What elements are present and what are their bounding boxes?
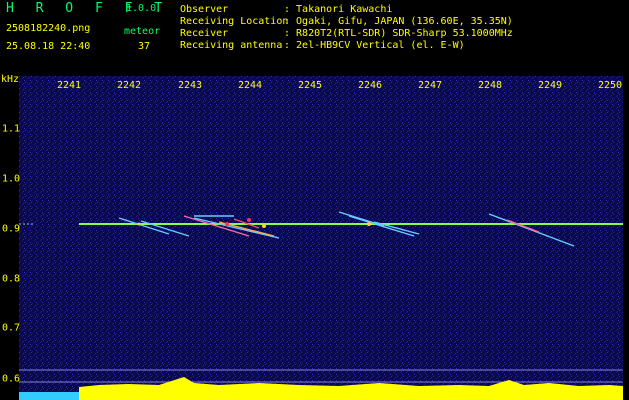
app-version: 1.0.0: [126, 3, 157, 14]
level-bar-left: [19, 392, 79, 400]
y-tick-label: 0.6: [2, 373, 21, 385]
info-label-receiver: Receiver: [180, 28, 229, 39]
x-tick-label: 2248: [477, 80, 503, 91]
echo-count: 37: [138, 41, 151, 52]
info-value-antenna: : 2el-HB9CV Vertical (el. E-W): [284, 40, 465, 51]
x-tick-label: 2241: [56, 80, 82, 91]
x-tick-label: 2250: [597, 80, 623, 91]
x-tick-label: 2249: [537, 80, 563, 91]
date-time: 25.08.18 22:40: [6, 41, 91, 52]
info-label-antenna: Receiving antenna: [180, 40, 283, 51]
y-tick-label: 0.7: [2, 322, 21, 334]
spectrogram-plot: [19, 76, 623, 400]
x-tick-label: 2242: [116, 80, 142, 91]
info-value-location: : Ogaki, Gifu, JAPAN (136.60E, 35.35N): [284, 16, 513, 27]
header-panel: H R O F F T 1.0.0 2508182240.png meteor …: [0, 0, 629, 72]
info-value-observer: : Takanori Kawachi: [284, 4, 393, 15]
mode-label: meteor: [124, 26, 161, 37]
y-tick-label: 0.8: [2, 273, 21, 285]
x-tick-label: 2244: [237, 80, 263, 91]
info-label-location: Receiving Location: [180, 16, 289, 27]
x-tick-label: 2246: [357, 80, 383, 91]
y-tick-label: 1.1: [2, 123, 21, 135]
info-label-observer: Observer: [180, 4, 229, 15]
y-tick-label: 0.9: [2, 223, 21, 235]
x-tick-label: 2243: [177, 80, 203, 91]
y-unit-label: kHz: [1, 74, 20, 85]
info-value-receiver: : R820T2(RTL-SDR) SDR-Sharp 53.1000MHz: [284, 28, 513, 39]
x-tick-label: 2245: [297, 80, 323, 91]
x-axis: 2241 2242 2243 2244 2245 2246 2247 2248 …: [19, 80, 623, 92]
file-name: 2508182240.png: [6, 23, 91, 34]
noise-background: [19, 76, 623, 400]
x-tick-label: 2247: [417, 80, 443, 91]
y-tick-label: 1.0: [2, 173, 21, 185]
